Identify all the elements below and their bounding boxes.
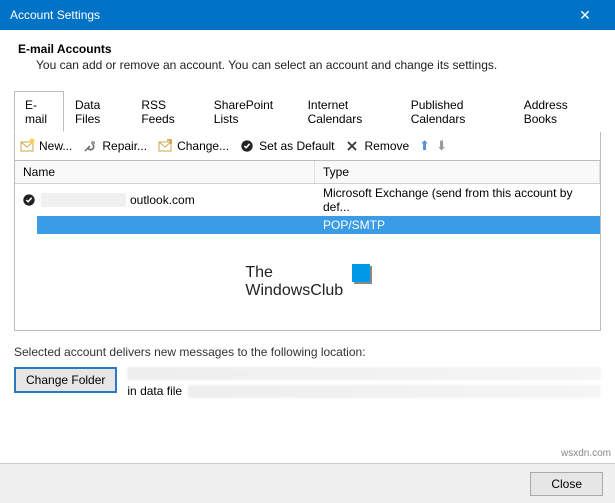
col-header-name[interactable]: Name [15, 161, 315, 183]
toolbar: New... Repair... Change... Set as Defaul… [14, 132, 601, 161]
dialog-content: E-mail Accounts You can add or remove an… [0, 30, 615, 410]
dialog-footer: Close [0, 463, 615, 503]
change-folder-button[interactable]: Change Folder [14, 367, 117, 393]
move-down-icon[interactable]: ⬇ [436, 138, 447, 154]
set-default-button[interactable]: Set as Default [239, 138, 334, 154]
list-header: Name Type [15, 161, 600, 184]
new-button[interactable]: New... [19, 138, 72, 154]
watermark-line1: The [245, 264, 273, 281]
account-type: Microsoft Exchange (send from this accou… [315, 184, 600, 216]
account-name-redacted: x [41, 193, 126, 207]
remove-label: Remove [364, 139, 409, 153]
folder-path-redacted [127, 367, 601, 380]
change-icon [157, 138, 173, 154]
window-title: Account Settings [10, 8, 100, 22]
watermark-line2: WindowsClub [245, 282, 343, 299]
attribution: wsxdn.com [561, 448, 611, 459]
repair-label: Repair... [102, 139, 147, 153]
account-row[interactable]: x outlook.com Microsoft Exchange (send f… [15, 184, 600, 216]
delivery-label: Selected account delivers new messages t… [14, 345, 601, 359]
new-icon [19, 138, 35, 154]
move-arrows: ⬆ ⬇ [419, 138, 447, 154]
header-subtitle: You can add or remove an account. You ca… [18, 58, 601, 72]
default-account-icon [21, 192, 37, 208]
check-circle-icon [239, 138, 255, 154]
close-icon[interactable]: ✕ [565, 7, 605, 24]
in-data-file-label: in data file [127, 384, 182, 398]
new-label: New... [39, 139, 72, 153]
tab-data-files[interactable]: Data Files [64, 91, 130, 132]
set-default-label: Set as Default [259, 139, 334, 153]
watermark: The WindowsClub [15, 264, 600, 300]
repair-icon [82, 138, 98, 154]
remove-button[interactable]: Remove [344, 138, 409, 154]
header-block: E-mail Accounts You can add or remove an… [14, 42, 601, 72]
tab-internet-calendars[interactable]: Internet Calendars [297, 91, 400, 132]
tab-sharepoint-lists[interactable]: SharePoint Lists [203, 91, 297, 132]
repair-button[interactable]: Repair... [82, 138, 147, 154]
title-bar: Account Settings ✕ [0, 0, 615, 30]
account-type-selected: POP/SMTP [315, 216, 600, 234]
data-file-path-redacted [188, 385, 601, 398]
change-label: Change... [177, 139, 229, 153]
remove-icon [344, 138, 360, 154]
change-button[interactable]: Change... [157, 138, 229, 154]
tab-email[interactable]: E-mail [14, 91, 64, 132]
tab-address-books[interactable]: Address Books [513, 91, 601, 132]
account-name-selected [37, 216, 315, 234]
account-name-suffix: outlook.com [130, 193, 195, 207]
header-title: E-mail Accounts [18, 42, 601, 56]
tab-strip: E-mail Data Files RSS Feeds SharePoint L… [14, 90, 601, 132]
delivery-section: Selected account delivers new messages t… [14, 345, 601, 402]
close-button[interactable]: Close [530, 472, 603, 496]
folder-info: in data file [127, 367, 601, 402]
tab-rss-feeds[interactable]: RSS Feeds [130, 91, 202, 132]
account-row-selected[interactable]: POP/SMTP [15, 216, 600, 234]
tab-published-calendars[interactable]: Published Calendars [400, 91, 513, 132]
move-up-icon[interactable]: ⬆ [419, 138, 430, 154]
account-list: Name Type x outlook.com Microsoft Exchan… [14, 161, 601, 331]
watermark-square-icon [352, 264, 370, 282]
col-header-type[interactable]: Type [315, 161, 600, 183]
